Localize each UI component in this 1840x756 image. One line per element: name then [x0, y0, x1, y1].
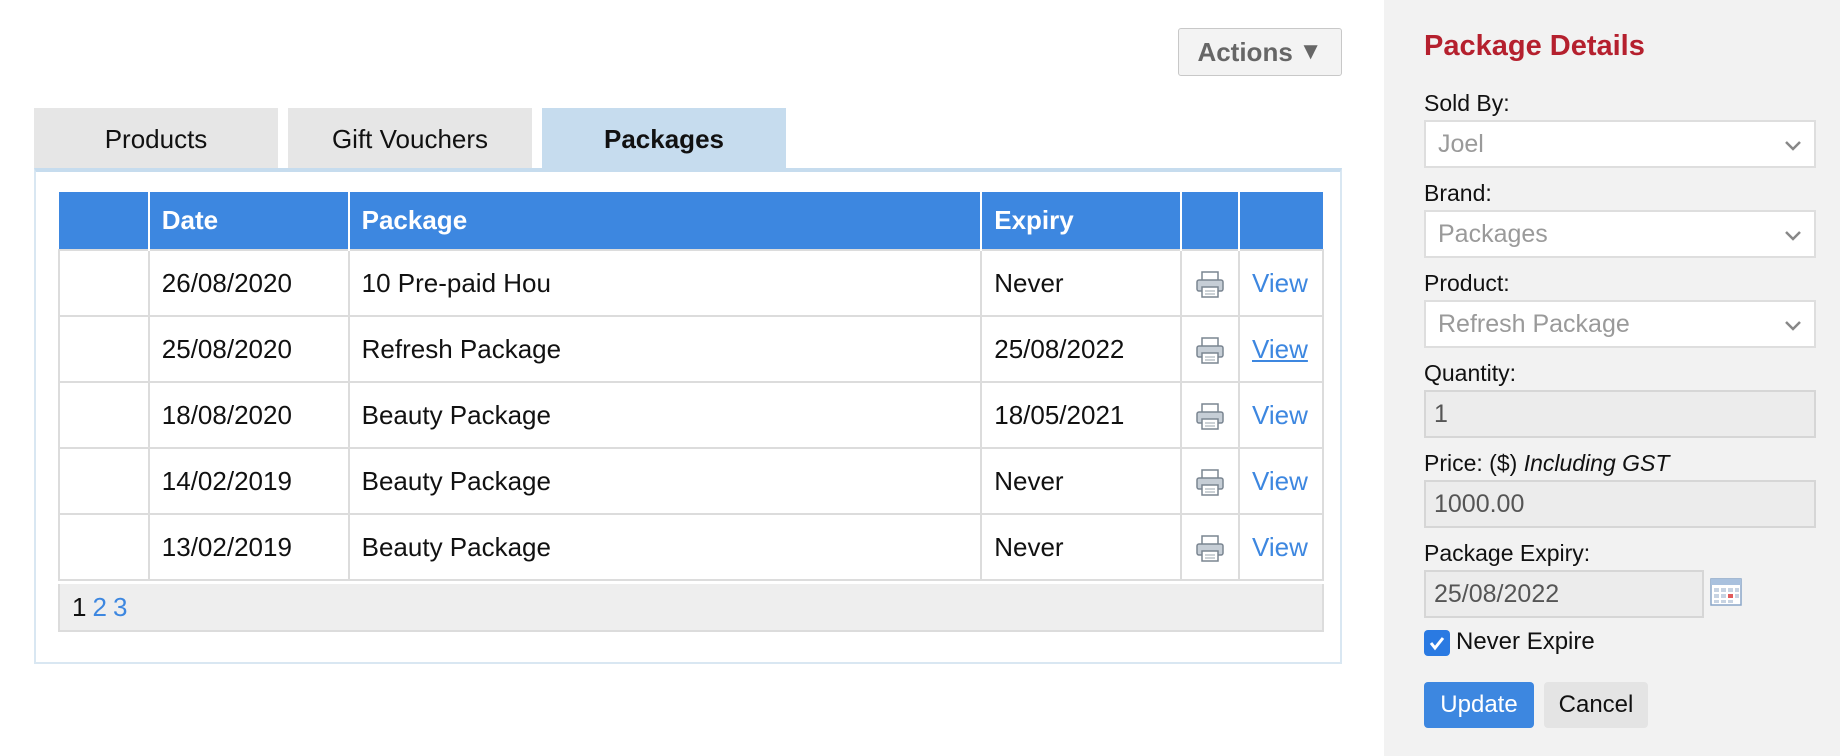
table-row: 13/02/2019 Beauty Package Never View — [58, 513, 1324, 581]
price-input[interactable]: 1000.00 — [1424, 480, 1816, 528]
row-select-cell — [58, 315, 150, 383]
sold-by-select[interactable]: Joel — [1424, 120, 1816, 168]
table-row: 26/08/2020 10 Pre-paid Hou Never View — [58, 249, 1324, 317]
package-cell: Beauty Package — [347, 381, 983, 449]
date-cell: 25/08/2020 — [147, 315, 350, 383]
update-button[interactable]: Update — [1424, 682, 1534, 728]
table-row: 18/08/2020 Beauty Package 18/05/2021 Vie… — [58, 381, 1324, 449]
chevron-down-icon — [1785, 321, 1801, 331]
print-cell — [1180, 513, 1240, 581]
print-cell — [1180, 315, 1240, 383]
header-expiry[interactable]: Expiry — [981, 192, 1183, 250]
price-label: Price: ($) Including GST — [1424, 450, 1670, 476]
brand-select[interactable]: Packages — [1424, 210, 1816, 258]
tab-packages[interactable]: Packages — [542, 108, 786, 170]
tab-products[interactable]: Products — [34, 108, 278, 170]
header-select — [59, 192, 150, 250]
header-package[interactable]: Package — [348, 192, 983, 250]
header-view — [1239, 192, 1323, 250]
view-cell: View — [1238, 381, 1324, 449]
quantity-input[interactable]: 1 — [1424, 390, 1816, 438]
packages-panel: Date Package Expiry 26/08/2020 10 Pre-pa… — [34, 168, 1342, 664]
view-link[interactable]: View — [1252, 466, 1308, 496]
quantity-value: 1 — [1434, 399, 1448, 428]
expiry-cell: Never — [980, 447, 1183, 515]
row-select-cell — [58, 447, 150, 515]
package-cell: Beauty Package — [347, 447, 983, 515]
sold-by-label: Sold By: — [1424, 90, 1510, 116]
product-select[interactable]: Refresh Package — [1424, 300, 1816, 348]
view-link[interactable]: View — [1252, 268, 1308, 298]
print-cell — [1180, 381, 1240, 449]
page-link-2[interactable]: 2 — [92, 592, 106, 623]
view-cell: View — [1238, 249, 1324, 317]
printer-icon[interactable] — [1195, 402, 1225, 431]
actions-label: Actions — [1197, 36, 1293, 67]
header-date[interactable]: Date — [148, 192, 350, 250]
package-cell: Beauty Package — [347, 513, 983, 581]
row-select-cell — [58, 249, 150, 317]
printer-icon[interactable] — [1195, 468, 1225, 497]
tab-bar: Products Gift Vouchers Packages — [34, 108, 786, 170]
pagination: 1 2 3 — [58, 584, 1324, 632]
view-link[interactable]: View — [1252, 400, 1308, 430]
calendar-icon[interactable] — [1710, 576, 1742, 606]
package-details-sidebar: Package Details Sold By: Joel Brand: Pac… — [1384, 0, 1840, 756]
tab-gift-vouchers[interactable]: Gift Vouchers — [288, 108, 532, 170]
printer-icon[interactable] — [1195, 336, 1225, 365]
package-cell: 10 Pre-paid Hou — [347, 249, 983, 317]
printer-icon[interactable] — [1195, 534, 1225, 563]
view-cell: View — [1238, 315, 1324, 383]
view-cell: View — [1238, 513, 1324, 581]
brand-label: Brand: — [1424, 180, 1492, 206]
header-print — [1181, 192, 1240, 250]
date-cell: 13/02/2019 — [147, 513, 350, 581]
actions-button[interactable]: Actions ▼ — [1178, 28, 1342, 76]
view-link[interactable]: View — [1252, 334, 1308, 364]
print-cell — [1180, 447, 1240, 515]
quantity-label: Quantity: — [1424, 360, 1517, 386]
sold-by-value: Joel — [1438, 129, 1484, 158]
price-value: 1000.00 — [1434, 489, 1525, 518]
row-select-cell — [58, 513, 150, 581]
page-link-3[interactable]: 3 — [113, 592, 127, 623]
expiry-cell: Never — [980, 513, 1183, 581]
product-label: Product: — [1424, 270, 1510, 296]
packages-table: Date Package Expiry 26/08/2020 10 Pre-pa… — [58, 192, 1324, 581]
triangle-down-icon: ▼ — [1298, 38, 1323, 65]
printer-icon[interactable] — [1195, 270, 1225, 299]
table-header-row: Date Package Expiry — [59, 192, 1323, 250]
current-page: 1 — [72, 591, 87, 622]
product-value: Refresh Package — [1438, 309, 1630, 338]
never-expire-label: Never Expire — [1456, 628, 1595, 655]
date-cell: 18/08/2020 — [147, 381, 350, 449]
table-row: 25/08/2020 Refresh Package 25/08/2022 Vi… — [58, 315, 1324, 383]
package-expiry-input[interactable]: 25/08/2022 — [1424, 570, 1704, 618]
date-cell: 14/02/2019 — [147, 447, 350, 515]
table-row: 14/02/2019 Beauty Package Never View — [58, 447, 1324, 515]
view-cell: View — [1238, 447, 1324, 515]
never-expire-checkbox[interactable] — [1424, 630, 1450, 656]
row-select-cell — [58, 381, 150, 449]
brand-value: Packages — [1438, 219, 1548, 248]
expiry-cell: 25/08/2022 — [980, 315, 1183, 383]
date-cell: 26/08/2020 — [147, 249, 350, 317]
package-expiry-label: Package Expiry: — [1424, 540, 1591, 566]
sidebar-title: Package Details — [1424, 30, 1645, 62]
package-expiry-value: 25/08/2022 — [1434, 579, 1560, 608]
checkmark-icon — [1429, 637, 1445, 651]
view-link[interactable]: View — [1252, 532, 1308, 562]
chevron-down-icon — [1785, 141, 1801, 151]
chevron-down-icon — [1785, 231, 1801, 241]
print-cell — [1180, 249, 1240, 317]
package-cell: Refresh Package — [347, 315, 983, 383]
expiry-cell: 18/05/2021 — [980, 381, 1183, 449]
price-note: Including GST — [1523, 450, 1670, 476]
cancel-button[interactable]: Cancel — [1544, 682, 1648, 728]
expiry-cell: Never — [980, 249, 1183, 317]
